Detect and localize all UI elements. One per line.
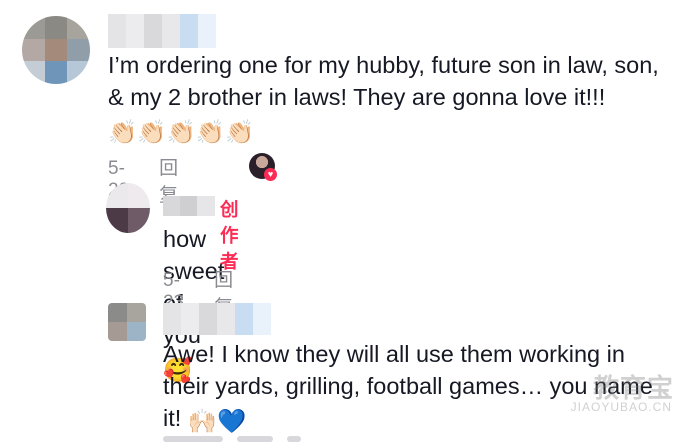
raising-hands-blue-heart-emoji: 🙌🏻💙 [187, 408, 247, 434]
clapping-hands-emoji: 👏🏻👏🏻👏🏻👏🏻👏🏻 [108, 119, 255, 145]
commenter-username-blurred[interactable] [163, 303, 271, 335]
heart-icon: ♥ [264, 168, 277, 181]
comment-text: I’m ordering one for my hubby, future so… [108, 49, 668, 148]
creator-avatar[interactable] [106, 183, 150, 233]
commenter-username-blurred[interactable] [108, 14, 216, 48]
comment-text-body: I’m ordering one for my hubby, future so… [108, 52, 659, 110]
next-comment-preview [163, 436, 343, 444]
commenter-avatar[interactable] [108, 303, 146, 341]
commenter-avatar[interactable] [22, 16, 90, 84]
creator-username-blurred[interactable] [163, 196, 215, 216]
watermark-url: JIAOYUBAO.CN [570, 400, 672, 414]
